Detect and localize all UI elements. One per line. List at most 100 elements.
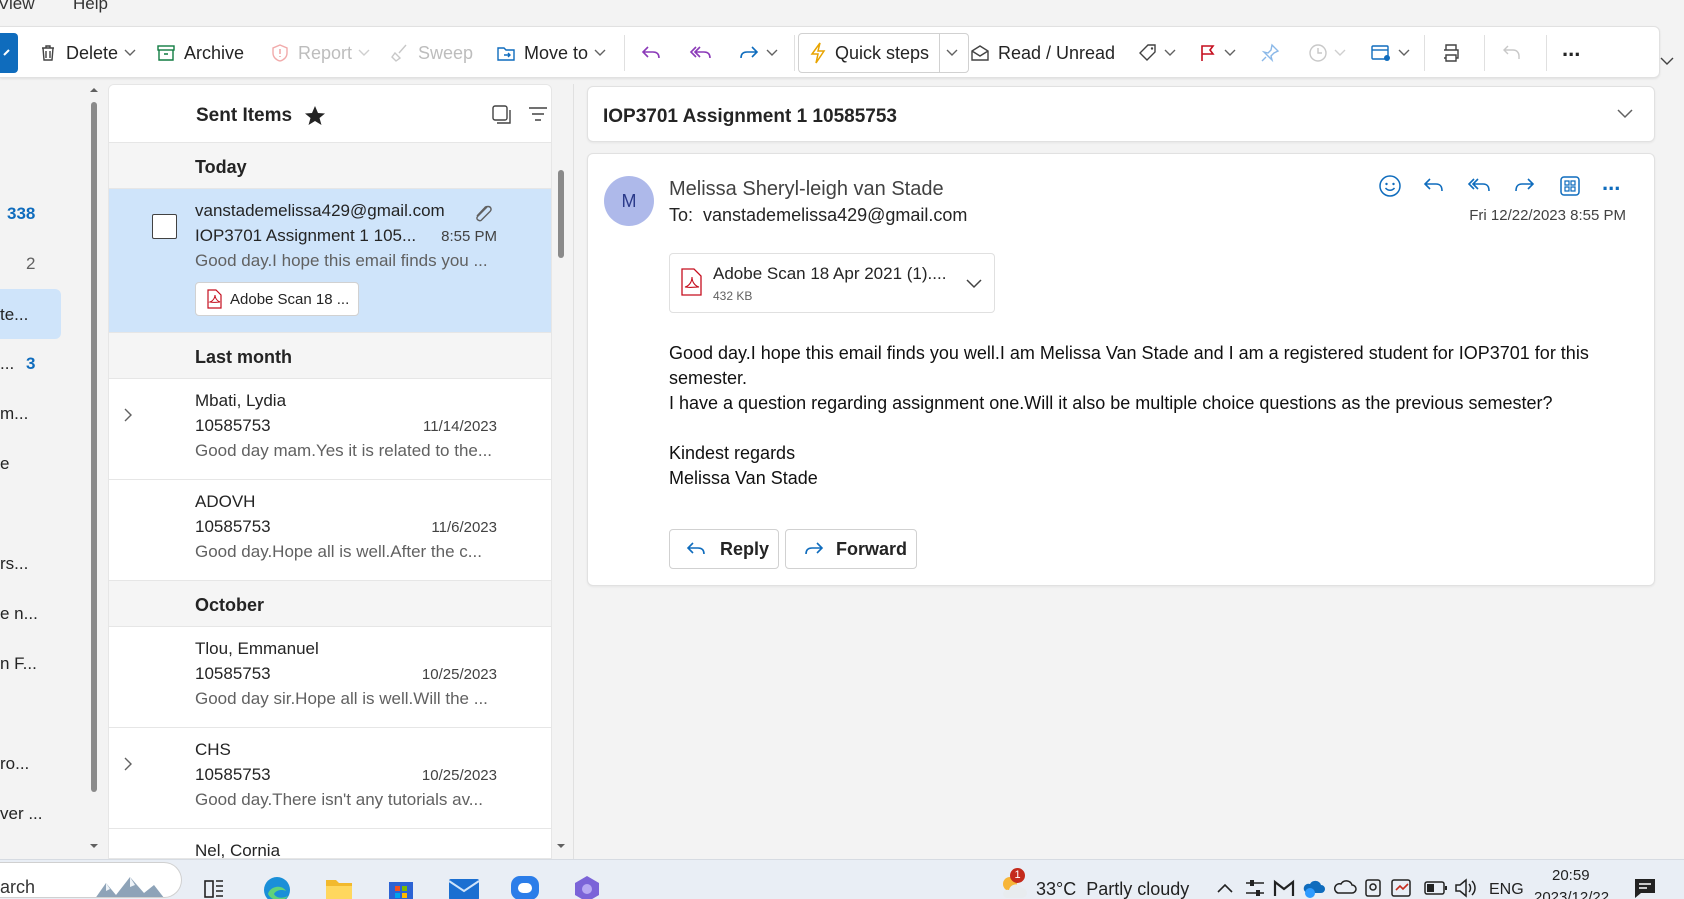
list-item[interactable]: vanstademelissa429@gmail.com IOP3701 Ass… xyxy=(109,189,551,333)
list-item[interactable]: Tlou, Emmanuel 10585753 10/25/2023 Good … xyxy=(109,627,551,728)
list-item[interactable]: Nel, Cornia xyxy=(109,829,551,858)
chevron-down-icon[interactable] xyxy=(1224,49,1236,57)
chevron-down-icon[interactable] xyxy=(1164,49,1176,57)
group-header-october[interactable]: October xyxy=(109,581,551,627)
chevron-down-icon[interactable] xyxy=(594,49,606,57)
menu-view[interactable]: View xyxy=(0,0,35,14)
apps-grid-icon[interactable] xyxy=(1558,174,1582,198)
report-button[interactable]: Report xyxy=(270,39,370,67)
delete-button[interactable]: Delete xyxy=(38,39,136,67)
cloud-icon[interactable] xyxy=(1333,878,1357,896)
forward-button[interactable] xyxy=(738,39,778,67)
folder-item[interactable]: e n... xyxy=(0,604,38,624)
chevron-up-icon[interactable] xyxy=(1216,882,1234,894)
chevron-down-icon[interactable] xyxy=(358,49,370,57)
forward-icon[interactable] xyxy=(1512,176,1536,196)
chevron-down-icon[interactable] xyxy=(124,49,136,57)
pane-divider[interactable] xyxy=(573,84,574,859)
print-button[interactable] xyxy=(1440,39,1462,67)
select-checkbox[interactable] xyxy=(152,214,177,239)
new-mail-button-edge[interactable] xyxy=(0,33,18,73)
more-options-button[interactable]: ... xyxy=(1562,35,1580,63)
copilot-app-icon[interactable] xyxy=(572,874,602,899)
flag-button[interactable] xyxy=(1198,39,1236,67)
clock-date[interactable]: 2023/12/22 xyxy=(1534,889,1609,899)
camera-icon[interactable] xyxy=(1363,877,1383,899)
file-explorer-icon[interactable] xyxy=(324,876,354,899)
chevron-right-icon[interactable] xyxy=(123,756,133,772)
avatar[interactable]: M xyxy=(604,176,654,226)
chat-app-icon[interactable] xyxy=(510,875,540,899)
sliders-icon[interactable] xyxy=(1244,878,1266,898)
folder-unread-count[interactable]: 338 xyxy=(7,204,35,224)
move-to-button[interactable]: Move to xyxy=(496,39,606,67)
sender-name[interactable]: Melissa Sheryl-leigh van Stade xyxy=(669,178,944,201)
categorize-button[interactable] xyxy=(1138,39,1176,67)
reply-icon[interactable] xyxy=(1422,176,1446,196)
folder-item[interactable]: ... xyxy=(0,354,14,374)
attachment-card[interactable]: Adobe Scan 18 Apr 2021 (1).... 432 KB xyxy=(669,253,995,313)
archive-button[interactable]: Archive xyxy=(156,39,244,67)
scroll-down-arrow-icon[interactable] xyxy=(556,843,566,849)
snooze-button[interactable] xyxy=(1308,39,1346,67)
folder-scrollbar[interactable] xyxy=(91,102,97,792)
emoji-react-icon[interactable] xyxy=(1378,174,1402,198)
group-header-today[interactable]: Today xyxy=(109,143,551,189)
sweep-button[interactable]: Sweep xyxy=(390,39,473,67)
chevron-right-icon[interactable] xyxy=(123,407,133,423)
chevron-down-icon[interactable] xyxy=(966,279,982,289)
notification-icon[interactable] xyxy=(1632,876,1658,899)
attachment-chip[interactable]: Adobe Scan 18 ... xyxy=(195,282,359,316)
chevron-down-icon[interactable] xyxy=(946,49,958,57)
weather-text[interactable]: 33°C Partly cloudy xyxy=(1036,879,1189,899)
folder-item[interactable]: ro... xyxy=(0,754,29,774)
folder-item[interactable]: ver ... xyxy=(0,804,43,824)
mail-app-icon[interactable] xyxy=(448,877,480,899)
recipient-line[interactable]: To: vanstademelissa429@gmail.com xyxy=(669,205,967,226)
reply-button[interactable] xyxy=(640,39,662,67)
group-header-last-month[interactable]: Last month xyxy=(109,333,551,379)
folder-count[interactable]: 2 xyxy=(26,254,35,274)
forward-button[interactable]: Forward xyxy=(785,529,917,569)
folder-item[interactable]: n F... xyxy=(0,654,37,674)
taskbar-search-box[interactable]: arch xyxy=(0,862,182,898)
star-favorite-icon[interactable] xyxy=(304,105,326,127)
task-view-icon[interactable] xyxy=(203,878,225,899)
quick-steps-button[interactable]: Quick steps xyxy=(798,33,970,73)
folder-item[interactable]: e xyxy=(0,454,9,474)
reply-button[interactable]: Reply xyxy=(669,529,779,569)
battery-icon[interactable] xyxy=(1424,880,1448,896)
snipping-tool-icon[interactable] xyxy=(1390,876,1414,899)
onedrive-sync-icon[interactable] xyxy=(1302,877,1326,899)
list-item[interactable]: ADOVH 10585753 11/6/2023 Good day.Hope a… xyxy=(109,480,551,581)
filter-icon[interactable] xyxy=(527,105,549,123)
language-indicator[interactable]: ENG xyxy=(1489,881,1524,899)
reply-all-icon[interactable] xyxy=(1466,176,1492,196)
chevron-down-icon[interactable] xyxy=(1398,49,1410,57)
ribbon-collapse-chevron-icon[interactable] xyxy=(1660,56,1674,66)
gmail-icon[interactable] xyxy=(1273,878,1295,898)
read-unread-button[interactable]: Read / Unread xyxy=(970,39,1115,67)
chevron-down-icon[interactable] xyxy=(1334,49,1346,57)
reply-all-button[interactable] xyxy=(688,39,712,67)
undo-button[interactable] xyxy=(1502,39,1522,67)
volume-icon[interactable] xyxy=(1454,878,1478,898)
folder-item[interactable]: te... xyxy=(0,305,28,325)
rules-button[interactable] xyxy=(1370,39,1410,67)
clock-time[interactable]: 20:59 xyxy=(1552,867,1590,884)
chevron-down-icon[interactable] xyxy=(1617,109,1633,119)
pin-button[interactable] xyxy=(1260,39,1280,67)
list-item[interactable]: Mbati, Lydia 10585753 11/14/2023 Good da… xyxy=(109,379,551,480)
menu-help[interactable]: Help xyxy=(73,0,108,14)
select-all-checkbox-icon[interactable] xyxy=(490,103,512,125)
edge-browser-icon[interactable] xyxy=(262,874,292,899)
folder-item[interactable]: m... xyxy=(0,404,28,424)
chevron-down-icon[interactable] xyxy=(766,49,778,57)
folder-unread-count[interactable]: 3 xyxy=(26,354,35,374)
more-actions-button[interactable]: ... xyxy=(1602,170,1620,196)
folder-item[interactable]: rs... xyxy=(0,554,28,574)
scroll-up-arrow-icon[interactable] xyxy=(89,87,99,93)
message-list-scrollbar[interactable] xyxy=(558,170,564,258)
scroll-down-arrow-icon[interactable] xyxy=(89,843,99,849)
microsoft-store-icon[interactable] xyxy=(386,876,416,899)
